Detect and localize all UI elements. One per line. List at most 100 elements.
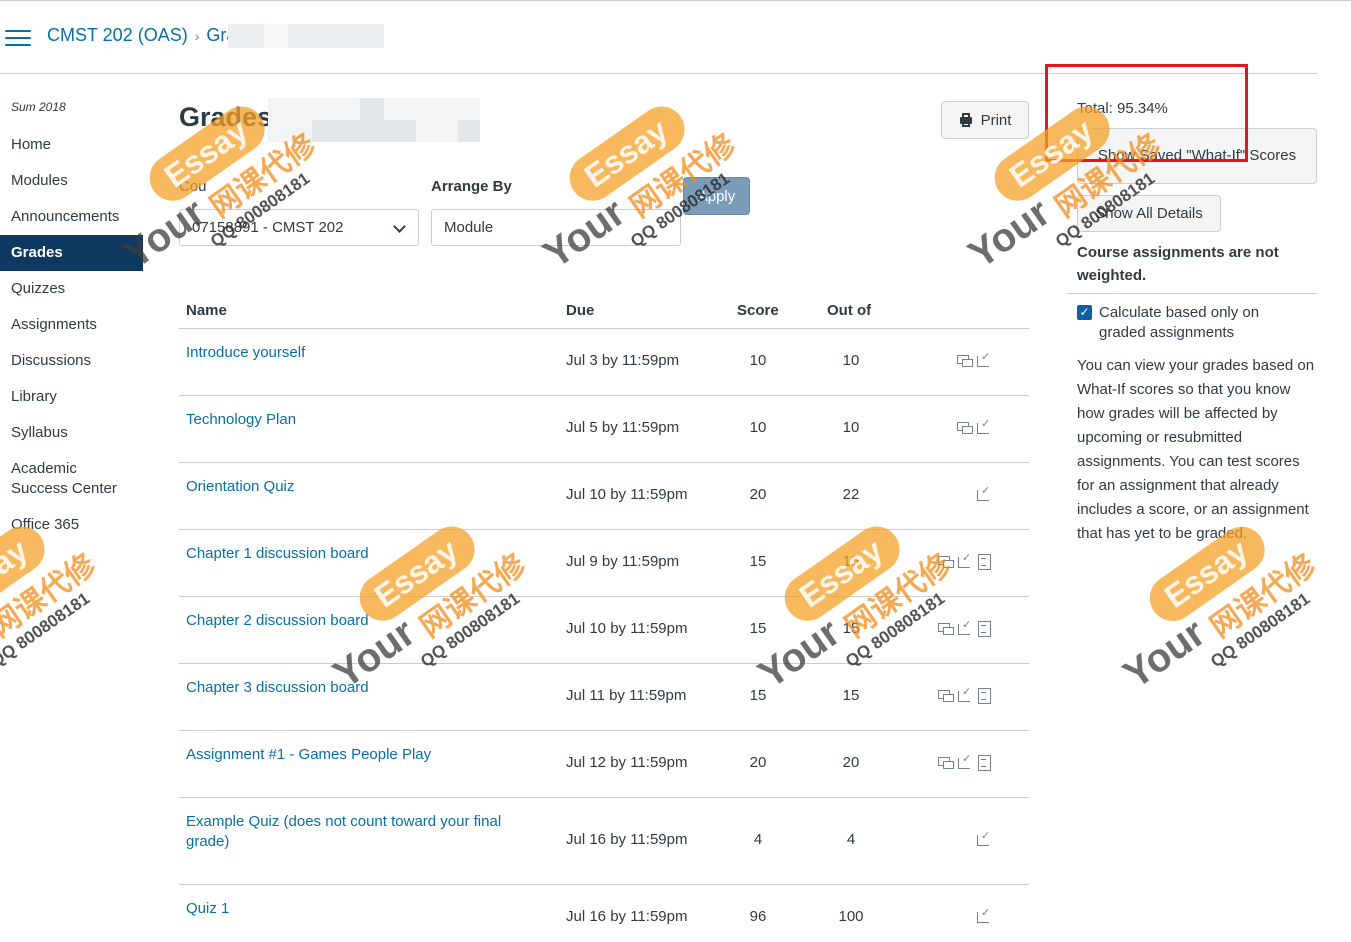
- score-value[interactable]: 4: [728, 831, 788, 848]
- table-row: Assignment #1 - Games People Play Jul 12…: [179, 731, 1029, 798]
- rubric-icon[interactable]: [957, 551, 972, 568]
- sidebar-divider: [1067, 293, 1317, 294]
- assignment-link[interactable]: Chapter 2 discussion board: [186, 611, 526, 631]
- nav-item-home[interactable]: Home: [0, 127, 143, 163]
- arrange-by-label: Arrange By: [431, 178, 512, 195]
- rubric-icon[interactable]: [976, 350, 991, 367]
- nav-item-office-365[interactable]: Office 365: [0, 507, 143, 543]
- score-value[interactable]: 20: [728, 754, 788, 771]
- rubric-icon[interactable]: [957, 685, 972, 702]
- nav-item-announcements[interactable]: Announcements: [0, 199, 143, 235]
- assignment-link[interactable]: Introduce yourself: [186, 343, 526, 363]
- comment-icon[interactable]: [957, 353, 973, 367]
- row-icons: [931, 350, 991, 367]
- column-header-name[interactable]: Name: [186, 302, 227, 319]
- print-button[interactable]: Print: [941, 101, 1029, 139]
- table-row: Example Quiz (does not count toward your…: [179, 798, 1029, 885]
- row-icons: [931, 685, 991, 704]
- score-value[interactable]: 10: [728, 352, 788, 369]
- assignment-link[interactable]: Example Quiz (does not count toward your…: [186, 812, 526, 852]
- nav-item-academic-success-center[interactable]: Academic Success Center: [0, 451, 130, 507]
- course-label: Cou: [179, 178, 207, 195]
- table-row: Quiz 1 Jul 16 by 11:59pm 96 100: [179, 885, 1029, 942]
- course-select[interactable]: 07158891 - CMST 202: [179, 209, 419, 246]
- comment-icon[interactable]: [957, 420, 973, 434]
- score-value[interactable]: 15: [728, 620, 788, 637]
- calculate-graded-only-label[interactable]: Calculate based only on graded assignmen…: [1099, 303, 1309, 343]
- due-date: Jul 5 by 11:59pm: [566, 419, 680, 436]
- weighting-note: Course assignments are not weighted.: [1077, 244, 1279, 284]
- rubric-icon[interactable]: [976, 829, 991, 846]
- table-row: Chapter 3 discussion board Jul 11 by 11:…: [179, 664, 1029, 731]
- calculate-graded-only-checkbox[interactable]: ✓: [1077, 305, 1092, 320]
- score-value[interactable]: 96: [728, 908, 788, 925]
- nav-item-discussions[interactable]: Discussions: [0, 343, 143, 379]
- due-date: Jul 9 by 11:59pm: [566, 553, 680, 570]
- comment-icon[interactable]: [938, 554, 954, 568]
- row-icons: [931, 829, 991, 846]
- assignment-link[interactable]: Orientation Quiz: [186, 477, 526, 497]
- comment-icon[interactable]: [938, 755, 954, 769]
- column-header-score[interactable]: Score: [737, 302, 779, 319]
- blurred-region: [228, 24, 384, 48]
- term-label: Sum 2018: [11, 100, 66, 114]
- course-nav: Home Modules Announcements Grades Quizze…: [0, 127, 143, 543]
- score-value[interactable]: 15: [728, 553, 788, 570]
- hamburger-menu-icon[interactable]: [5, 30, 31, 48]
- page-title: Grades: [179, 102, 273, 132]
- nav-item-grades[interactable]: Grades: [0, 235, 143, 271]
- row-icons: [931, 417, 991, 434]
- points-possible: 20: [842, 754, 860, 771]
- rubric-icon[interactable]: [976, 417, 991, 434]
- arrange-select-value: Module: [444, 219, 494, 236]
- course-select-value: 07158891 - CMST 202: [192, 219, 344, 236]
- points-possible: 4: [846, 831, 856, 848]
- table-row: Chapter 1 discussion board Jul 9 by 11:5…: [179, 530, 1029, 597]
- show-all-details-button[interactable]: Show All Details: [1077, 195, 1221, 232]
- assignment-link[interactable]: Quiz 1: [186, 899, 526, 919]
- rubric-icon[interactable]: [957, 752, 972, 769]
- nav-item-syllabus[interactable]: Syllabus: [0, 415, 143, 451]
- apply-button[interactable]: Apply: [683, 177, 750, 215]
- printer-icon: [959, 113, 973, 127]
- table-row: Orientation Quiz Jul 10 by 11:59pm 20 22: [179, 463, 1029, 530]
- rubric-icon[interactable]: [976, 906, 991, 923]
- comment-icon[interactable]: [938, 621, 954, 635]
- assignment-link[interactable]: Technology Plan: [186, 410, 526, 430]
- table-row: Chapter 2 discussion board Jul 10 by 11:…: [179, 597, 1029, 664]
- row-icons: [931, 906, 991, 923]
- nav-item-assignments[interactable]: Assignments: [0, 307, 143, 343]
- due-date: Jul 16 by 11:59pm: [566, 831, 688, 848]
- rubric-icon[interactable]: [957, 618, 972, 635]
- score-value[interactable]: 15: [728, 687, 788, 704]
- score-value[interactable]: 20: [728, 486, 788, 503]
- print-label: Print: [980, 111, 1012, 129]
- rubric-icon[interactable]: [976, 484, 991, 501]
- score-value[interactable]: 10: [728, 419, 788, 436]
- document-icon[interactable]: [976, 621, 991, 637]
- assignment-link[interactable]: Assignment #1 - Games People Play: [186, 745, 526, 765]
- assignment-link[interactable]: Chapter 3 discussion board: [186, 678, 526, 698]
- nav-item-modules[interactable]: Modules: [0, 163, 143, 199]
- arrange-by-select[interactable]: Module: [431, 209, 681, 246]
- column-header-due[interactable]: Due: [566, 302, 594, 319]
- points-possible: 15: [842, 687, 860, 704]
- blurred-region: [268, 98, 480, 142]
- blurred-region: [264, 24, 288, 48]
- due-date: Jul 12 by 11:59pm: [566, 754, 688, 771]
- table-row: Introduce yourself Jul 3 by 11:59pm 10 1…: [179, 329, 1029, 396]
- column-header-out-of[interactable]: Out of: [827, 302, 871, 319]
- row-icons: [931, 752, 991, 771]
- red-highlight-box: [1045, 64, 1248, 162]
- breadcrumb-course-link[interactable]: CMST 202 (OAS): [47, 25, 188, 45]
- assignment-link[interactable]: Chapter 1 discussion board: [186, 544, 526, 564]
- comment-icon[interactable]: [938, 688, 954, 702]
- document-icon[interactable]: [976, 688, 991, 704]
- table-header: Name Due Score Out of: [179, 296, 1029, 329]
- document-icon[interactable]: [976, 755, 991, 771]
- nav-item-quizzes[interactable]: Quizzes: [0, 271, 143, 307]
- document-icon[interactable]: [976, 554, 991, 570]
- points-possible: 10: [842, 352, 860, 369]
- what-if-info-text: You can view your grades based on What-I…: [1077, 357, 1315, 542]
- nav-item-library[interactable]: Library: [0, 379, 143, 415]
